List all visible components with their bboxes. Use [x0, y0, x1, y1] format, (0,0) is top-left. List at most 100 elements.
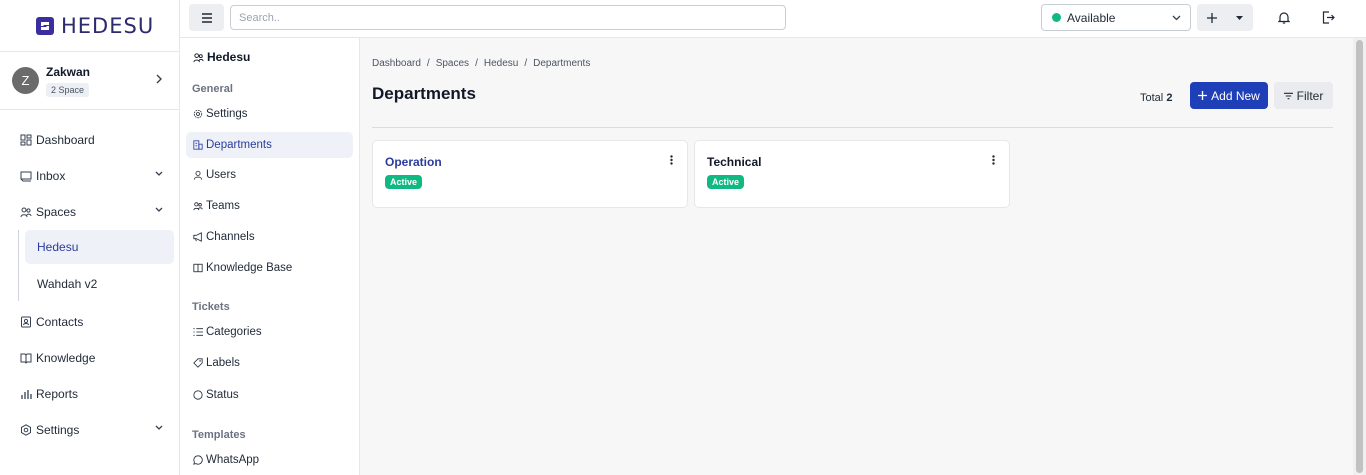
create-button[interactable]	[1197, 4, 1227, 31]
bar-chart-icon	[21, 390, 32, 399]
subnav-label-users: Users	[206, 169, 237, 181]
subnav-item-knowledge-base[interactable]: Knowledge Base	[186, 255, 353, 281]
department-name[interactable]: Operation	[385, 155, 442, 169]
subnav-label-teams: Teams	[206, 200, 240, 212]
main-sidebar: HEDESU Z Zakwan 2 Space Dashboard Inbox …	[0, 0, 180, 475]
dashboard-icon	[20, 134, 32, 146]
subnav-label-whatsapp: WhatsApp	[206, 454, 260, 466]
department-card[interactable]: Operation Active	[372, 140, 688, 208]
main-nav: Dashboard Inbox Spaces Hedesu Wahdah v2 …	[0, 110, 179, 448]
nav-item-reports[interactable]: Reports	[0, 376, 179, 412]
user-name: Zakwan	[46, 64, 91, 79]
brand[interactable]: HEDESU	[0, 0, 179, 52]
bell-icon[interactable]	[1278, 11, 1290, 24]
chevron-down-icon[interactable]	[155, 425, 163, 431]
subnav-item-whatsapp[interactable]: WhatsApp	[186, 447, 353, 473]
subnav-label-categories: Categories	[206, 326, 262, 338]
contacts-icon	[21, 316, 31, 328]
nav-label-spaces: Spaces	[36, 205, 77, 219]
space-item-hedesu[interactable]: Hedesu	[25, 230, 174, 264]
spaces-submenu: Hedesu Wahdah v2	[18, 230, 179, 301]
tag-icon	[193, 358, 203, 368]
subnav-label-knowledge-base: Knowledge Base	[206, 262, 293, 274]
add-new-label: Add New	[1211, 88, 1260, 103]
nav-item-knowledge[interactable]: Knowledge	[0, 340, 179, 376]
plus-icon	[1198, 91, 1208, 100]
breadcrumb-separator: /	[426, 58, 430, 69]
status-badge: Active	[707, 175, 745, 189]
total-count: Total 2	[1140, 92, 1172, 104]
section-tickets: Tickets	[192, 301, 230, 313]
breadcrumb-separator: /	[475, 58, 478, 69]
nav-item-dashboard[interactable]: Dashboard	[0, 122, 179, 158]
chevron-down-icon	[1172, 15, 1181, 21]
department-name[interactable]: Technical	[707, 155, 761, 169]
subnav-label-departments: Departments	[206, 139, 272, 151]
breadcrumb-dashboard[interactable]: Dashboard	[372, 58, 421, 69]
more-vertical-icon[interactable]	[992, 155, 995, 165]
nav-label-settings: Settings	[36, 423, 80, 437]
subnav-item-departments[interactable]: Departments	[186, 132, 353, 158]
nav-label-contacts: Contacts	[36, 315, 84, 329]
create-menu	[1197, 4, 1253, 31]
subnav-item-users[interactable]: Users	[186, 162, 353, 188]
circle-icon	[193, 390, 203, 400]
total-label: Total	[1140, 92, 1164, 104]
brand-logo	[36, 16, 54, 35]
users-group-icon	[20, 207, 32, 218]
header-divider	[372, 127, 1333, 128]
filter-label: Filter	[1296, 88, 1324, 103]
create-dropdown-button[interactable]	[1227, 4, 1251, 31]
breadcrumb-hedesu[interactable]: Hedesu	[484, 58, 518, 69]
nav-label-inbox: Inbox	[36, 169, 66, 183]
book-icon	[20, 353, 32, 364]
breadcrumb-spaces[interactable]: Spaces	[436, 58, 469, 69]
avatar: Z	[12, 67, 39, 94]
user-profile[interactable]: Z Zakwan 2 Space	[0, 52, 179, 110]
list-icon	[193, 328, 203, 336]
nav-label-knowledge: Knowledge	[36, 351, 96, 365]
subnav-item-categories[interactable]: Categories	[186, 319, 353, 345]
section-general: General	[192, 83, 233, 95]
chevron-down-icon[interactable]	[155, 171, 163, 177]
space-sidebar: Hedesu General Settings Departments User…	[180, 38, 360, 475]
whatsapp-icon	[193, 455, 203, 465]
status-badge: Active	[385, 175, 423, 189]
nav-item-spaces[interactable]: Spaces	[0, 194, 179, 230]
page-title: Departments	[372, 84, 476, 103]
megaphone-icon	[193, 232, 202, 242]
hamburger-icon	[201, 12, 212, 23]
subnav-item-channels[interactable]: Channels	[186, 224, 353, 250]
filter-button[interactable]: Filter	[1274, 82, 1333, 109]
brand-name: HEDESU	[61, 13, 155, 38]
more-vertical-icon[interactable]	[670, 155, 673, 165]
filter-icon	[1283, 92, 1293, 99]
scrollbar-thumb[interactable]	[1356, 40, 1363, 473]
section-templates: Templates	[192, 429, 246, 441]
department-card[interactable]: Technical Active	[694, 140, 1010, 208]
main-content: Dashboard / Spaces / Hedesu / Department…	[360, 38, 1353, 475]
add-new-button[interactable]: Add New	[1190, 82, 1268, 109]
menu-toggle-button[interactable]	[189, 4, 224, 31]
nav-item-contacts[interactable]: Contacts	[0, 304, 179, 340]
inbox-icon	[20, 171, 32, 182]
availability-select[interactable]: Available	[1041, 4, 1191, 31]
users-group-icon	[193, 52, 204, 62]
nav-item-settings[interactable]: Settings	[0, 412, 179, 448]
logout-icon[interactable]	[1322, 11, 1335, 24]
book-icon	[193, 263, 203, 273]
chevron-down-icon[interactable]	[155, 207, 163, 213]
subnav-item-settings[interactable]: Settings	[186, 101, 353, 127]
chevron-right-icon[interactable]	[155, 74, 163, 84]
search-input[interactable]	[230, 5, 786, 30]
subnav-item-status[interactable]: Status	[186, 382, 353, 408]
subnav-item-labels[interactable]: Labels	[186, 350, 353, 376]
breadcrumb-separator: /	[524, 58, 528, 69]
subnav-item-teams[interactable]: Teams	[186, 193, 353, 219]
page-scrollbar[interactable]	[1353, 38, 1366, 475]
nav-item-inbox[interactable]: Inbox	[0, 158, 179, 194]
gear-icon	[21, 424, 31, 436]
subnav-label-status: Status	[206, 389, 239, 401]
space-item-wahdah[interactable]: Wahdah v2	[25, 267, 174, 301]
subnav-label-settings: Settings	[206, 108, 248, 120]
